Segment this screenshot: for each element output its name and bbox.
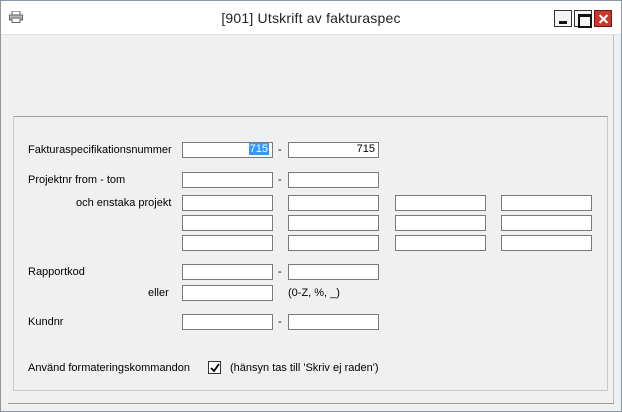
rapportkod-pattern-hint: (0-Z, %, _) (288, 287, 340, 299)
kundnr-label: Kundnr (28, 316, 64, 328)
title-bar[interactable]: [901] Utskrift av fakturaspec (1, 1, 621, 35)
projekt-single-input[interactable] (501, 235, 592, 251)
kundnr-to-input[interactable] (288, 314, 379, 330)
eller-label: eller (148, 287, 169, 299)
projekt-single-input[interactable] (182, 195, 273, 211)
projekt-single-input[interactable] (501, 195, 592, 211)
report-window: [901] Utskrift av fakturaspec Fakturaspe… (0, 0, 622, 412)
projekt-single-input[interactable] (501, 215, 592, 231)
projekt-separator: - (278, 174, 282, 186)
rapportkod-from-input[interactable] (182, 264, 273, 280)
kundnr-from-input[interactable] (182, 314, 273, 330)
fakturaspec-separator: - (278, 144, 282, 156)
rapportkod-separator: - (278, 266, 282, 278)
enstaka-projekt-label: och enstaka projekt (76, 197, 172, 209)
formatering-hint: (hänsyn tas till 'Skriv ej raden') (230, 362, 379, 374)
projekt-label: Projektnr from - tom (28, 174, 126, 186)
close-icon[interactable] (594, 10, 612, 27)
projekt-single-input[interactable] (395, 215, 486, 231)
client-border (613, 35, 614, 403)
rapportkod-label: Rapportkod (28, 266, 85, 278)
maximize-icon[interactable] (574, 10, 592, 28)
formatering-checkbox[interactable] (208, 361, 221, 374)
fakturaspec-label: Fakturaspecifikationsnummer (28, 144, 172, 156)
projekt-single-input[interactable] (395, 195, 486, 211)
projekt-single-input[interactable] (182, 215, 273, 231)
fakturaspec-from-value: 715 (248, 143, 269, 155)
projekt-single-input[interactable] (288, 235, 379, 251)
window-title: [901] Utskrift av fakturaspec (221, 10, 401, 26)
fakturaspec-to-input[interactable]: 715 (288, 142, 379, 158)
bottom-divider (8, 403, 614, 404)
projekt-to-input[interactable] (288, 172, 379, 188)
projekt-single-input[interactable] (182, 235, 273, 251)
rapportkod-to-input[interactable] (288, 264, 379, 280)
projekt-single-input[interactable] (288, 195, 379, 211)
checkmark-icon (210, 363, 220, 373)
kundnr-separator: - (278, 316, 282, 328)
fakturaspec-from-input[interactable]: 715 (182, 142, 273, 158)
projekt-single-input[interactable] (288, 215, 379, 231)
projekt-from-input[interactable] (182, 172, 273, 188)
rapportkod-pattern-input[interactable] (182, 285, 273, 301)
projekt-single-input[interactable] (395, 235, 486, 251)
formatering-label: Använd formateringskommandon (28, 362, 191, 374)
minimize-icon[interactable] (554, 10, 572, 27)
